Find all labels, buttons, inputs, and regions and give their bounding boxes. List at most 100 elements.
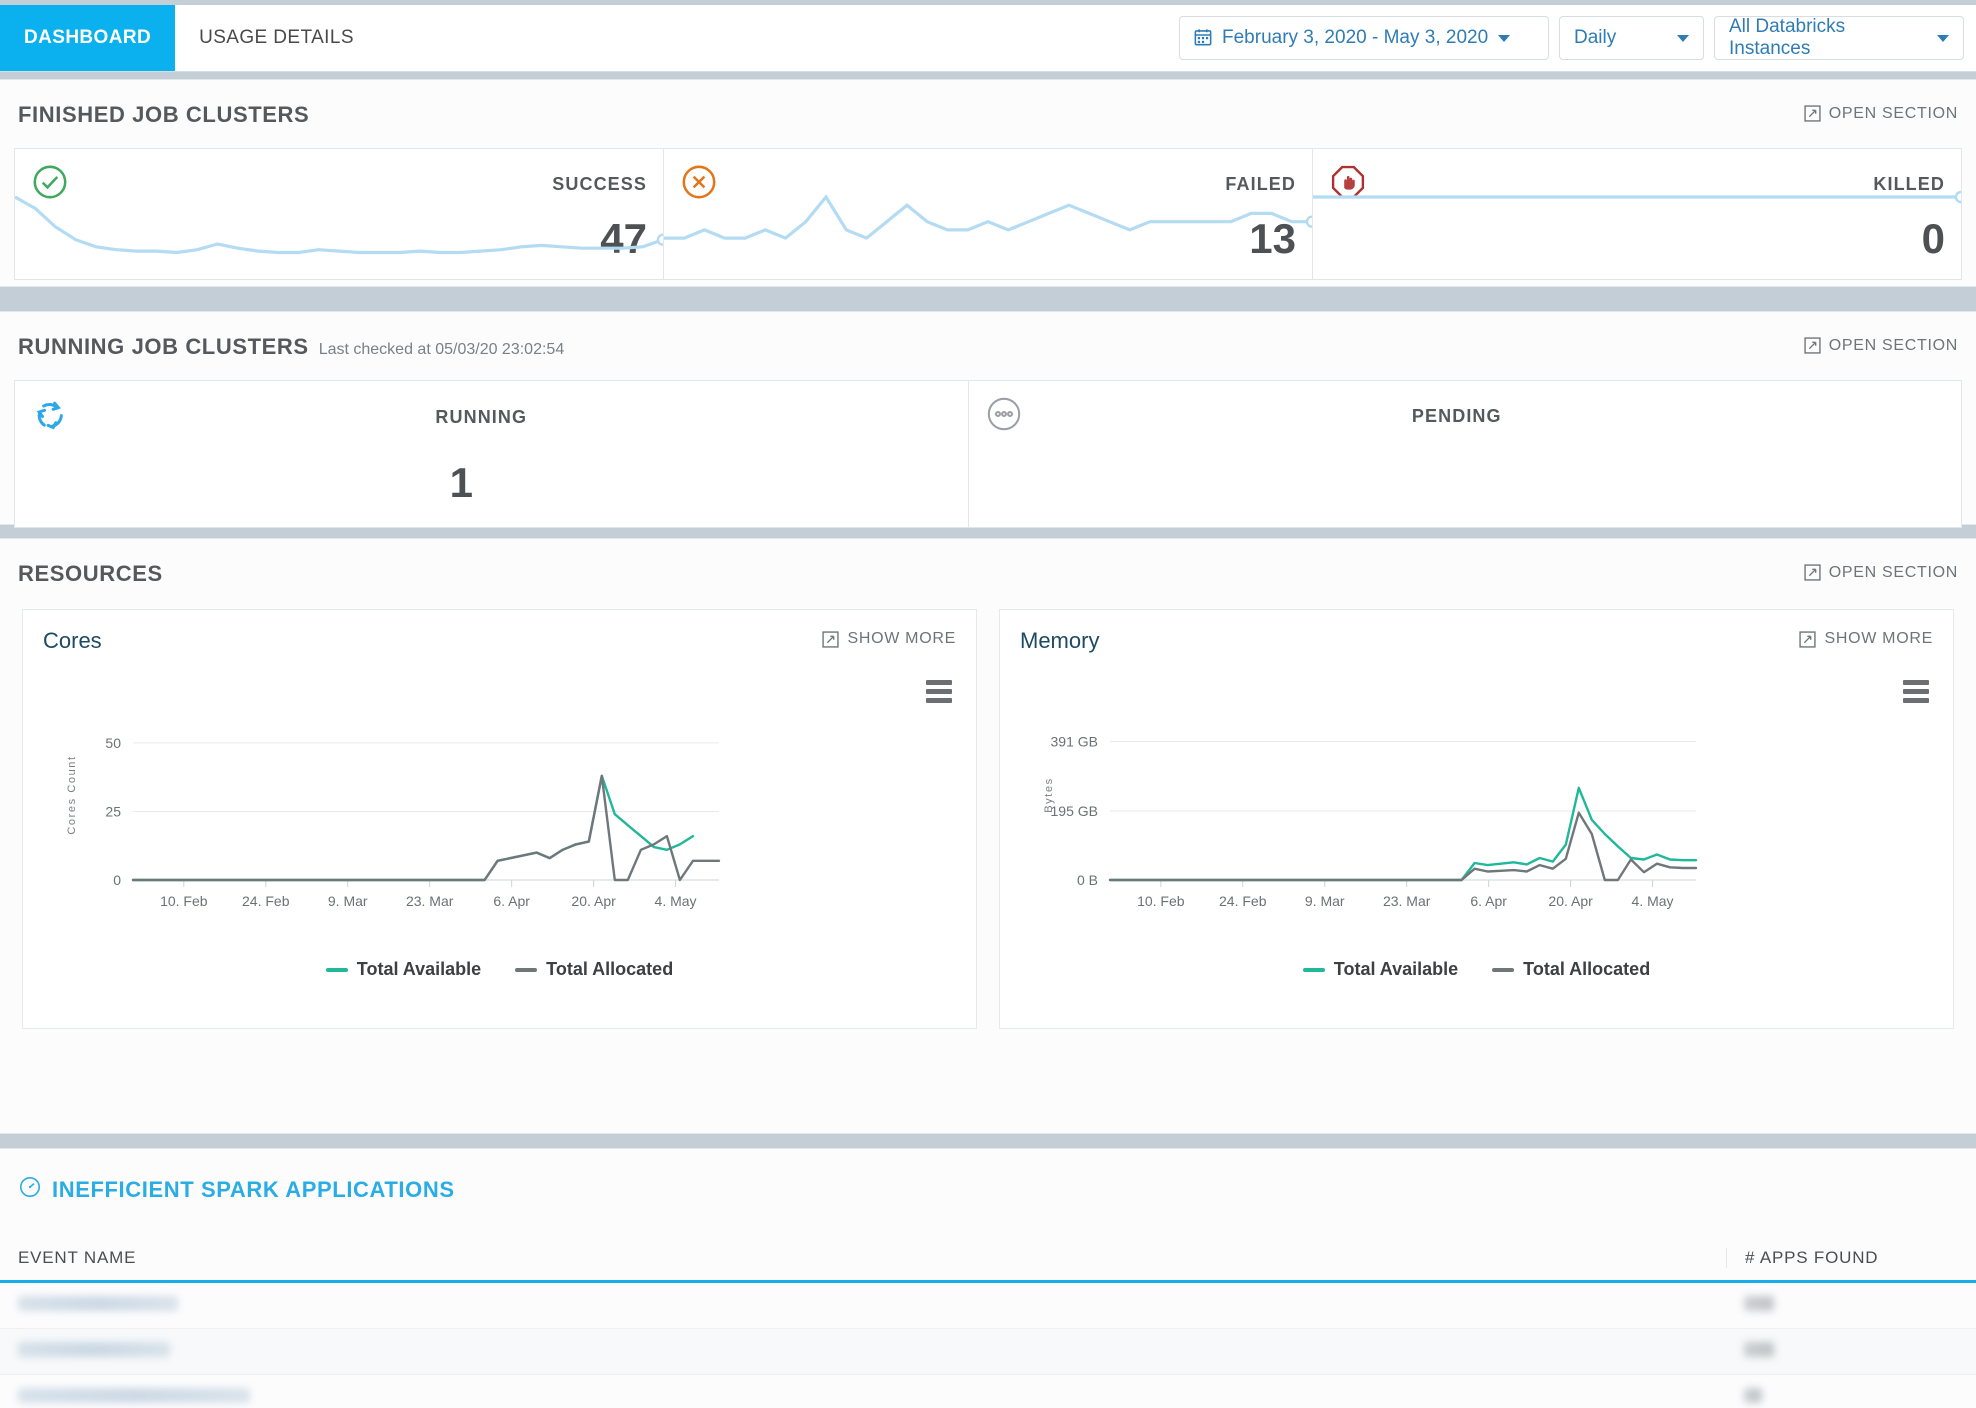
memory-show-more-label: SHOW MORE	[1824, 630, 1933, 647]
date-range-picker[interactable]: February 3, 2020 - May 3, 2020	[1179, 16, 1549, 60]
legend-total-allocated: Total Allocated	[1492, 959, 1650, 980]
svg-text:6. Apr: 6. Apr	[1470, 893, 1507, 909]
cores-chart-title: Cores	[43, 628, 102, 653]
svg-text:10. Feb: 10. Feb	[1137, 893, 1185, 909]
kpi-pending[interactable]: PENDING	[969, 381, 1961, 527]
redacted-apps-found	[1744, 1387, 1762, 1403]
kpi-failed[interactable]: FAILED 13	[664, 149, 1313, 279]
hamburger-menu-icon[interactable]	[1903, 680, 1929, 707]
cores-show-more-button[interactable]: SHOW MORE	[822, 630, 956, 648]
instances-value: All Databricks Instances	[1729, 16, 1846, 59]
resources-panel-title: RESOURCES	[18, 561, 163, 586]
finished-open-section-button[interactable]: OPEN SECTION	[1804, 105, 1958, 123]
svg-text:195 GB: 195 GB	[1051, 803, 1098, 819]
ellipsis-circle-icon	[985, 395, 1023, 438]
legend-label: Total Available	[356, 959, 482, 979]
cell-apps-found	[1726, 1387, 1958, 1408]
memory-chart-card: Memory SHOW MORE 0 B 195 GB 391 GB Bytes 10.…	[999, 609, 1954, 1029]
chevron-down-icon	[1677, 34, 1689, 42]
legend-total-available: Total Available	[1302, 959, 1459, 980]
cell-event-name	[18, 1295, 1726, 1316]
cores-plot: 0 25 50 Cores Count 10. Feb 24. Feb 9. Mar 23. …	[66, 735, 721, 909]
granularity-value: Daily	[1574, 27, 1617, 48]
expand-icon	[822, 630, 840, 648]
calendar-icon	[1194, 28, 1212, 49]
table-row[interactable]	[0, 1329, 1976, 1375]
table-body	[0, 1283, 1976, 1408]
svg-text:Bytes: Bytes	[1043, 777, 1055, 813]
gauge-icon	[18, 1175, 42, 1204]
running-last-checked: Last checked at 05/03/20 23:02:54	[318, 341, 565, 358]
running-job-clusters-panel: RUNNING JOB CLUSTERS Last checked at 05/…	[0, 311, 1976, 528]
cell-event-name	[18, 1387, 1726, 1408]
redacted-event-name	[18, 1387, 250, 1403]
kpi-running-value: 1	[449, 459, 473, 506]
column-header-apps-found[interactable]: # APPS FOUND	[1726, 1248, 1958, 1268]
svg-text:20. Apr: 20. Apr	[1548, 893, 1593, 909]
running-open-section-button[interactable]: OPEN SECTION	[1804, 337, 1958, 355]
svg-text:24. Feb: 24. Feb	[242, 893, 290, 909]
failed-sparkline	[664, 179, 1312, 279]
svg-text:23. Mar: 23. Mar	[1383, 893, 1431, 909]
svg-text:9. Mar: 9. Mar	[1305, 893, 1345, 909]
expand-icon	[1804, 564, 1821, 581]
legend-swatch	[1492, 967, 1515, 972]
instances-select[interactable]: All Databricks Instances	[1714, 16, 1964, 60]
svg-text:0 B: 0 B	[1077, 872, 1098, 888]
inefficient-title-group[interactable]: INEFFICIENT SPARK APPLICATIONS	[18, 1175, 455, 1204]
inefficient-table: EVENT NAME # APPS FOUND	[0, 1248, 1976, 1408]
redacted-apps-found	[1744, 1341, 1774, 1357]
svg-text:0: 0	[113, 872, 121, 888]
date-range-value: February 3, 2020 - May 3, 2020	[1222, 27, 1489, 48]
svg-text:50: 50	[105, 735, 121, 751]
table-row[interactable]	[0, 1283, 1976, 1329]
redacted-event-name	[18, 1341, 170, 1357]
svg-text:9. Mar: 9. Mar	[328, 893, 368, 909]
legend-label: Total Allocated	[1523, 959, 1651, 979]
granularity-select[interactable]: Daily	[1559, 16, 1704, 60]
legend-label: Total Available	[1333, 959, 1459, 979]
legend-label: Total Allocated	[546, 959, 674, 979]
legend-total-allocated: Total Allocated	[515, 959, 673, 980]
kpi-success[interactable]: SUCCESS 47	[15, 149, 664, 279]
kpi-running[interactable]: RUNNING 1	[15, 381, 969, 527]
kpi-pending-label: PENDING	[1411, 406, 1502, 426]
memory-legend: Total Available Total Allocated	[1000, 959, 1953, 980]
kpi-killed[interactable]: KILLED 0	[1313, 149, 1961, 279]
expand-icon	[1804, 105, 1821, 122]
svg-text:4. May: 4. May	[1632, 893, 1674, 909]
topbar-controls: February 3, 2020 - May 3, 2020 Daily All…	[1179, 5, 1976, 71]
memory-chart-title: Memory	[1020, 628, 1100, 653]
success-sparkline	[15, 179, 663, 279]
finished-job-clusters-panel: FINISHED JOB CLUSTERS OPEN SECTION SUCCE…	[0, 79, 1976, 287]
tab-usage-details-label: USAGE DETAILS	[199, 27, 354, 48]
cores-show-more-label: SHOW MORE	[847, 630, 956, 647]
hamburger-menu-icon[interactable]	[926, 680, 952, 707]
resources-panel: RESOURCES OPEN SECTION Cores SHOW MORE 0…	[0, 538, 1976, 1134]
svg-text:20. Apr: 20. Apr	[571, 893, 616, 909]
resources-open-section-label: OPEN SECTION	[1828, 563, 1958, 581]
resources-open-section-button[interactable]: OPEN SECTION	[1804, 564, 1958, 582]
svg-text:391 GB: 391 GB	[1051, 734, 1098, 750]
inefficient-spark-applications-panel: INEFFICIENT SPARK APPLICATIONS EVENT NAM…	[0, 1148, 1976, 1408]
kpi-running-top: RUNNING	[31, 395, 952, 440]
legend-total-available: Total Available	[325, 959, 482, 980]
svg-text:Cores Count: Cores Count	[66, 755, 78, 834]
chevron-down-icon	[1498, 34, 1511, 42]
tab-dashboard[interactable]: DASHBOARD	[0, 5, 176, 71]
kpi-pending-top: PENDING	[985, 395, 1945, 438]
expand-icon	[1804, 337, 1821, 354]
memory-show-more-button[interactable]: SHOW MORE	[1799, 630, 1933, 648]
tab-usage-details[interactable]: USAGE DETAILS	[175, 5, 378, 71]
table-row[interactable]	[0, 1375, 1976, 1408]
finished-kpi-strip: SUCCESS 47 FAILED 13 KILLED 0	[14, 148, 1962, 280]
cell-apps-found	[1726, 1295, 1958, 1316]
svg-text:24. Feb: 24. Feb	[1219, 893, 1267, 909]
column-header-event-name[interactable]: EVENT NAME	[18, 1248, 1726, 1268]
running-panel-header: RUNNING JOB CLUSTERS Last checked at 05/…	[0, 312, 1976, 360]
redacted-apps-found	[1744, 1295, 1774, 1311]
dashboard-page: DASHBOARD USAGE DETAILS February 3, 2020…	[0, 0, 1976, 1408]
memory-plot: 0 B 195 GB 391 GB Bytes 10. Feb 24. Feb 9. Mar…	[1043, 734, 1698, 909]
cell-event-name	[18, 1341, 1726, 1362]
